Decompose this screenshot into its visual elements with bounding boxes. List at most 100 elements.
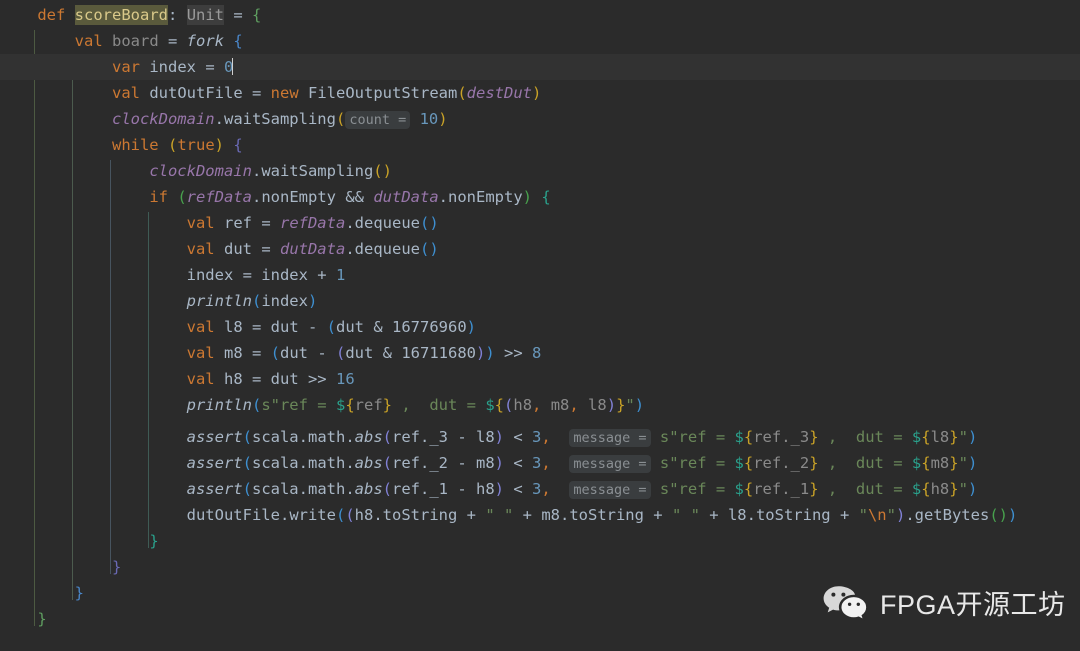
code-token: } xyxy=(37,610,47,628)
code-token: ( xyxy=(336,344,346,362)
code-token: index xyxy=(261,292,308,310)
code-line[interactable]: assert(scala.math.abs(ref._2 - m8) < 3, … xyxy=(0,450,977,476)
code-token: { xyxy=(743,454,754,472)
code-token: ) xyxy=(967,454,978,472)
code-token: ( xyxy=(251,396,262,414)
code-token: val xyxy=(186,240,215,258)
code-token: ( xyxy=(382,480,393,498)
code-token: Unit xyxy=(186,5,225,25)
code-line[interactable]: val board = fork { xyxy=(0,28,243,54)
code-token: waitSampling xyxy=(223,110,336,128)
code-token: $ xyxy=(485,396,495,414)
code-token: , xyxy=(541,480,551,498)
code-token: = xyxy=(224,6,253,24)
code-token: , xyxy=(541,428,551,446)
code-token: . xyxy=(345,240,355,258)
code-token: 16711680 xyxy=(401,344,476,362)
code-token: abs xyxy=(354,428,383,446)
code-token: + m8.toString + xyxy=(513,506,672,524)
code-line[interactable]: println(index) xyxy=(0,288,318,314)
code-token: , dut = xyxy=(392,396,486,414)
code-token: refData xyxy=(279,214,346,232)
code-token: ( xyxy=(382,428,393,446)
code-token: destDut xyxy=(466,84,532,102)
code-token: dutOutFile xyxy=(186,506,280,524)
code-line[interactable]: } xyxy=(0,554,121,580)
code-line[interactable]: } xyxy=(0,528,158,554)
code-token: s"ref = xyxy=(659,428,735,446)
code-token: math xyxy=(308,428,346,446)
code-token: 10 xyxy=(419,110,439,128)
code-token: . xyxy=(252,188,262,206)
code-line[interactable]: if (refData.nonEmpty && dutData.nonEmpty… xyxy=(0,184,551,210)
code-token: { xyxy=(494,396,505,414)
code-line[interactable]: val h8 = dut >> 16 xyxy=(0,366,355,392)
code-token: scoreBoard xyxy=(74,5,168,25)
code-token: " " xyxy=(671,506,700,524)
code-line[interactable]: val l8 = dut - (dut & 16776960) xyxy=(0,314,476,340)
code-token: dut & xyxy=(336,318,392,336)
code-line[interactable]: assert(scala.math.abs(ref._1 - h8) < 3, … xyxy=(0,476,977,502)
code-token: $ xyxy=(734,454,744,472)
code-token: ref xyxy=(354,396,383,414)
code-line[interactable]: clockDomain.waitSampling() xyxy=(0,158,392,184)
code-token: ( xyxy=(242,428,252,446)
code-token: " " xyxy=(485,506,514,524)
code-line[interactable]: index = index + 1 xyxy=(0,262,346,288)
code-token: ( xyxy=(326,318,336,336)
code-token: if xyxy=(149,188,168,206)
code-token: refData xyxy=(186,188,252,206)
code-line[interactable]: println(s"ref = ${ref} , dut = ${(h8, m8… xyxy=(0,392,644,418)
code-token: index = index + xyxy=(186,266,336,284)
code-token: . xyxy=(251,162,262,180)
code-token: dutData xyxy=(373,188,439,206)
code-token: clockDomain xyxy=(149,162,252,180)
code-token: { xyxy=(541,188,551,206)
code-token: , xyxy=(532,396,542,414)
code-token: () xyxy=(989,506,1008,524)
code-token: val xyxy=(186,318,215,336)
code-line[interactable]: } xyxy=(0,580,84,606)
code-line[interactable]: val m8 = (dut - (dut & 16711680)) >> 8 xyxy=(0,340,542,366)
code-line[interactable]: val ref = refData.dequeue() xyxy=(0,210,439,236)
code-token: val xyxy=(111,84,140,102)
code-token: . xyxy=(298,480,308,498)
code-token: = dut - xyxy=(242,318,327,336)
code-token: () xyxy=(419,240,439,258)
code-line[interactable]: val dutOutFile = new FileOutputStream(de… xyxy=(0,80,541,106)
code-line[interactable]: clockDomain.waitSampling(count = 10) xyxy=(0,106,448,132)
code-line[interactable]: assert(scala.math.abs(ref._3 - l8) < 3, … xyxy=(0,424,977,450)
code-token: , dut = xyxy=(818,480,912,498)
code-line[interactable]: var index = 0 xyxy=(0,54,234,80)
code-token: ( xyxy=(457,84,467,102)
code-token: dut xyxy=(223,240,252,258)
code-token: println xyxy=(186,396,252,414)
code-token: : xyxy=(168,6,178,24)
code-token: ) xyxy=(214,136,225,154)
code-token: h8 xyxy=(223,370,243,388)
code-line[interactable]: val dut = dutData.dequeue() xyxy=(0,236,439,262)
code-line[interactable]: dutOutFile.write((h8.toString + " " + m8… xyxy=(0,502,1018,528)
code-token: h8 xyxy=(930,480,950,498)
code-line[interactable]: def scoreBoard: Unit = { xyxy=(0,2,261,28)
code-token: = xyxy=(251,214,280,232)
code-line[interactable]: while (true) { xyxy=(0,132,243,158)
code-line[interactable]: } xyxy=(0,606,47,632)
code-editor[interactable]: def scoreBoard: Unit = { val board = for… xyxy=(0,0,1080,651)
code-token: 1 xyxy=(335,266,346,284)
